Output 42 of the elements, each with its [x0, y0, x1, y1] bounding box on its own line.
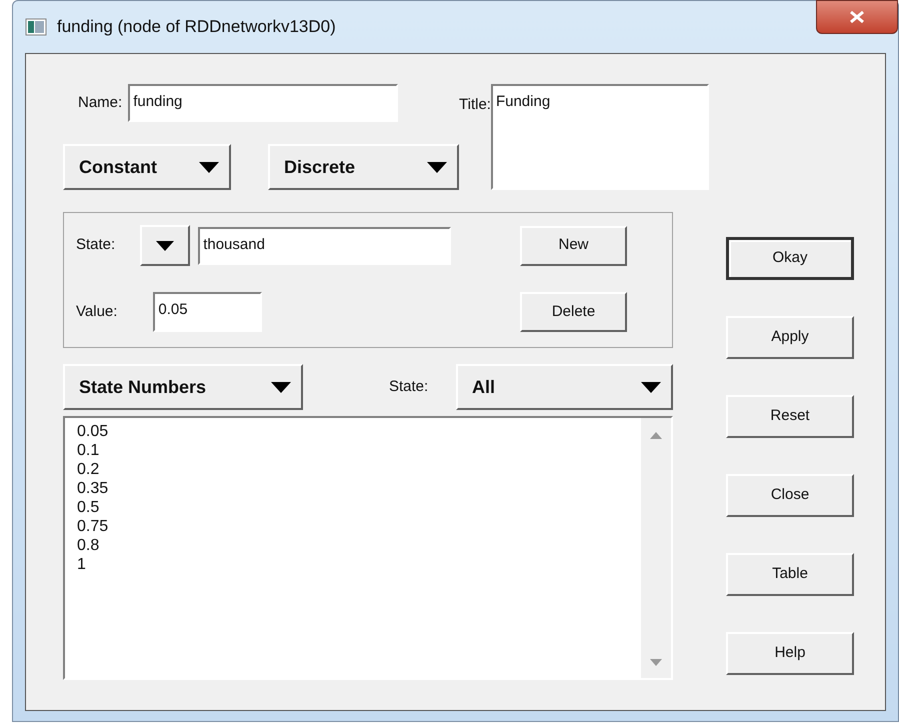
- state-label: State:: [389, 376, 428, 397]
- dropdown[interactable]: State Numbers: [63, 364, 303, 410]
- title-field[interactable]: Funding: [490, 84, 709, 190]
- dialog-button[interactable]: Close: [726, 474, 854, 517]
- value-field[interactable]: 0.05: [153, 292, 262, 332]
- state-field[interactable]: thousand: [198, 226, 452, 264]
- dialog-button[interactable]: Okay: [726, 237, 854, 280]
- scroll-down-icon[interactable]: [650, 659, 662, 666]
- dropdown[interactable]: All: [456, 364, 673, 410]
- caret-icon: [156, 240, 174, 250]
- close-icon[interactable]: [816, 0, 898, 34]
- list-item[interactable]: 0.1: [77, 441, 100, 460]
- new-button[interactable]: New: [520, 226, 627, 266]
- dialog-button[interactable]: Help: [726, 632, 854, 675]
- list-item[interactable]: 0.8: [77, 536, 100, 555]
- value-label: Value:: [76, 302, 118, 322]
- list-item[interactable]: 0.35: [77, 479, 108, 498]
- list-item[interactable]: 0.2: [77, 460, 100, 479]
- list-item[interactable]: 0.05: [77, 422, 108, 441]
- dialog-button[interactable]: Apply: [726, 316, 854, 359]
- list-item[interactable]: 1: [77, 555, 86, 574]
- window-title: funding (node of RDDnetworkv13D0): [57, 16, 336, 38]
- list-box[interactable]: 0.05 0.1 0.2 0.35 0.5 0.75 0.8 1: [63, 416, 673, 680]
- caret-icon: [641, 382, 661, 392]
- dialog-button[interactable]: Table: [726, 553, 854, 596]
- caret-icon: [427, 162, 447, 172]
- dropdown[interactable]: Discrete: [268, 144, 459, 190]
- list-item[interactable]: 0.75: [77, 517, 108, 536]
- name-field[interactable]: funding: [128, 84, 398, 122]
- window-icon: [25, 18, 47, 36]
- caret-icon: [199, 162, 219, 172]
- scroll-up-icon[interactable]: [650, 432, 662, 439]
- list-item[interactable]: 0.5: [77, 498, 100, 517]
- dropdown[interactable]: Constant: [63, 144, 231, 190]
- delete-button[interactable]: Delete: [520, 292, 627, 332]
- name-label: Name:: [78, 92, 122, 113]
- state-label: State:: [76, 235, 116, 256]
- dialog-button[interactable]: Reset: [726, 395, 854, 438]
- scrollbar[interactable]: [641, 418, 671, 678]
- caret-icon: [271, 382, 291, 392]
- state-dropdown-button[interactable]: [140, 225, 190, 266]
- title-label: Title:: [459, 95, 491, 115]
